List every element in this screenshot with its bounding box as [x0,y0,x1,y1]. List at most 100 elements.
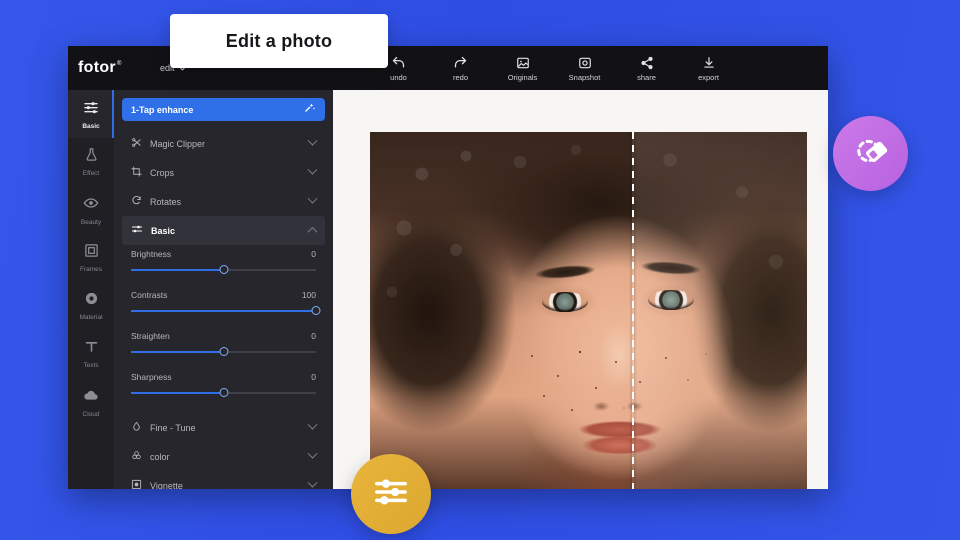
slider-track-fill [131,392,224,394]
slider-track[interactable] [131,265,316,275]
tooltip-label: Edit a photo [225,30,333,51]
originals-label: Originals [507,72,538,82]
one-tap-enhance-button[interactable]: 1-Tap enhance [122,98,325,121]
palette-icon [131,448,142,466]
slider-handle[interactable] [219,265,228,274]
crop-icon [131,164,142,182]
slider-handle[interactable] [219,388,228,397]
editor-canvas [333,90,828,489]
slider-track-fill [131,310,316,312]
sidebar-item-texts[interactable]: Texts [68,330,114,378]
chevron-down-icon [307,477,318,488]
share-label: share [637,72,656,82]
slider-label: Brightness [131,249,172,259]
sliders-icon [83,99,99,120]
sliders-badge[interactable] [351,454,431,534]
image-icon [516,55,530,71]
before-after-split-line[interactable] [632,132,634,489]
download-icon [702,55,716,71]
originals-button[interactable]: Originals [502,55,544,82]
panel-row-vignette[interactable]: Vignette [122,471,325,489]
text-t-icon [84,339,99,359]
sidebar-item-material[interactable]: Material [68,282,114,330]
slider-value: 0 [311,249,316,259]
sidebar-item-effect[interactable]: Effect [68,138,114,186]
sticker-icon [84,291,99,311]
panel-row-rotates[interactable]: Rotates [122,187,325,216]
camera-icon [578,55,592,71]
eraser-icon [850,130,892,177]
chevron-down-icon [307,448,318,459]
registered-mark-icon: ® [116,61,122,67]
slider-group: Brightness 0 Contrasts 100 Straighten 0 … [122,245,325,398]
panel-row-label: Crops [150,167,175,178]
sidebar-item-label: Basic [82,122,100,130]
sidebar-item-basic[interactable]: Basic [68,90,114,138]
slider-label: Straighten [131,331,170,341]
panel-row-color[interactable]: color [122,442,325,471]
slider-handle[interactable] [311,306,321,315]
sidebar-item-beauty[interactable]: Beauty [68,186,114,234]
eraser-badge[interactable] [833,116,908,191]
share-button[interactable]: share [626,55,668,82]
undo-arrow-icon [391,55,406,71]
export-button[interactable]: export [688,55,730,82]
slider-straighten: Straighten 0 [131,331,316,357]
fotor-app-window: fotor ® edit undo redo Originals Snapsho… [68,46,828,489]
frame-icon [84,243,99,263]
slider-label: Sharpness [131,372,172,382]
eye-icon [83,195,99,216]
sidebar-item-label: Beauty [80,218,102,226]
chevron-down-icon [307,193,318,204]
sidebar-item-label: Frames [79,266,103,273]
rotate-right-icon [131,193,142,211]
sidebar-item-label: Cloud [82,410,100,418]
panel-row-basic[interactable]: Basic [122,216,325,245]
panel-row-label: Rotates [150,196,182,207]
slider-brightness: Brightness 0 [131,249,316,275]
sidebar-item-label: Effect [82,170,100,177]
panel-row-label: Basic [151,225,176,236]
undo-label: undo [390,72,407,82]
slider-track-fill [131,269,224,271]
slider-track-fill [131,351,224,353]
photo-preview[interactable] [370,132,807,489]
snapshot-button[interactable]: Snapshot [564,55,606,82]
slider-value: 0 [311,372,316,382]
panel-row-fine-tune[interactable]: Fine - Tune [122,413,325,442]
chevron-down-icon [307,135,318,146]
slider-track[interactable] [131,306,321,316]
sidebar-item-label: Material [79,314,103,321]
left-tool-rail: Basic Effect Beauty Frames Material Text… [68,90,114,489]
panel-row-label: Fine - Tune [150,422,196,433]
sidebar-item-frames[interactable]: Frames [68,234,114,282]
droplet-icon [131,419,142,437]
fotor-logo[interactable]: fotor ® [78,59,156,77]
magic-wand-icon [304,101,316,119]
export-label: export [698,72,719,82]
panel-row-label: Magic Clipper [150,138,206,149]
panel-row-label: color [150,451,170,462]
panel-row-label: Vignette [150,480,183,490]
top-toolbar: undo redo Originals Snapshot share expor… [378,55,730,82]
freckles-texture [520,342,720,422]
panel-row-magic-clipper[interactable]: Magic Clipper [122,129,325,158]
chevron-up-icon [307,226,318,237]
redo-button[interactable]: redo [440,55,482,82]
panel-row-crops[interactable]: Crops [122,158,325,187]
slider-contrasts: Contrasts 100 [131,290,321,316]
vignette-icon [131,477,142,490]
one-tap-enhance-label: 1-Tap enhance [131,104,194,115]
slider-track[interactable] [131,388,316,398]
sidebar-item-cloud[interactable]: Cloud [68,378,114,426]
chevron-down-icon [307,164,318,175]
slider-handle[interactable] [219,347,228,356]
sliders-icon [371,472,411,517]
eye-right [648,290,694,310]
redo-arrow-icon [453,55,468,71]
edit-a-photo-tooltip: Edit a photo [170,14,388,68]
sliders-icon [131,222,143,240]
sidebar-item-label: Texts [83,362,99,369]
slider-track[interactable] [131,347,316,357]
slider-sharpness: Sharpness 0 [131,372,316,398]
